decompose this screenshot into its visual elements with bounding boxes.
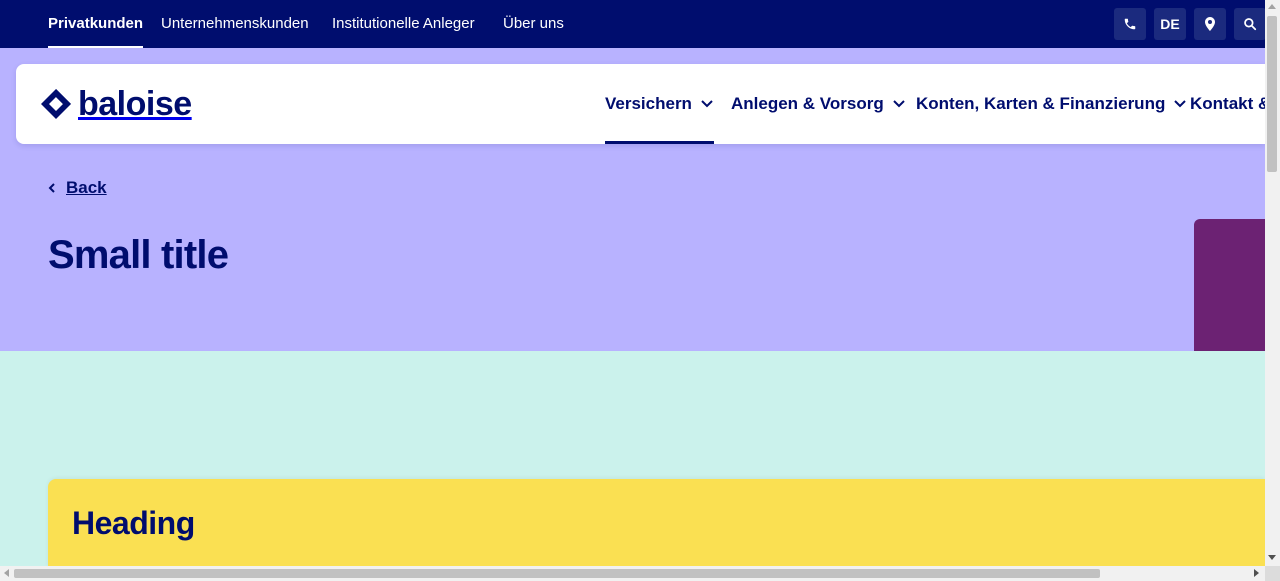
segment-unternehmenskunden[interactable]: Unternehmenskunden [161, 0, 309, 48]
menu-konten-karten-finanzierung[interactable]: Konten, Karten & Finanzierung [916, 64, 1187, 144]
segment-ueber-uns[interactable]: Über uns [503, 0, 564, 48]
main-header: baloise Versichern Anlegen & Vorsorg Kon… [16, 64, 1265, 144]
segment-institutionelle-anleger[interactable]: Institutionelle Anleger [332, 0, 475, 48]
horizontal-scrollbar[interactable] [0, 566, 1265, 581]
map-pin-icon [1205, 17, 1215, 31]
chevron-down-icon [701, 100, 713, 108]
baloise-diamond-logo-icon [41, 89, 71, 119]
menu-label: Anlegen & Vorsorg [731, 94, 884, 113]
menu-kontakt[interactable]: Kontakt & [1190, 64, 1265, 144]
menu-versichern[interactable]: Versichern [605, 64, 714, 144]
menu-anlegen-vorsorg[interactable]: Anlegen & Vorsorg [731, 64, 906, 144]
logo-link[interactable]: baloise [40, 86, 192, 122]
vertical-scroll-thumb[interactable] [1267, 16, 1277, 172]
content-card: Heading [48, 479, 1265, 569]
scroll-left-arrow-icon[interactable] [4, 569, 9, 577]
language-button[interactable]: DE [1154, 8, 1186, 40]
scrollbar-corner [1265, 566, 1280, 581]
vertical-scrollbar[interactable] [1265, 0, 1280, 566]
menu-label: Konten, Karten & Finanzierung [916, 94, 1166, 113]
chevron-down-icon [1174, 100, 1187, 108]
horizontal-scroll-thumb[interactable] [14, 569, 1100, 578]
scroll-right-arrow-icon[interactable] [1254, 569, 1259, 577]
menu-label: Versichern [605, 94, 692, 113]
search-icon [1244, 18, 1257, 31]
chevron-down-icon [892, 100, 905, 108]
scroll-up-arrow-icon[interactable] [1268, 4, 1276, 9]
phone-icon [1124, 18, 1136, 30]
back-link[interactable]: Back [48, 176, 107, 200]
back-label: Back [66, 178, 107, 197]
chevron-left-icon [48, 183, 55, 193]
segment-privatkunden[interactable]: Privatkunden [48, 0, 144, 48]
top-bar: Privatkunden Unternehmenskunden Institut… [0, 0, 1266, 48]
location-button[interactable] [1194, 8, 1226, 40]
search-button[interactable] [1234, 8, 1266, 40]
menu-label: Kontakt & [1190, 94, 1265, 113]
phone-button[interactable] [1114, 8, 1146, 40]
page-title: Small title [48, 233, 229, 277]
scroll-down-arrow-icon[interactable] [1268, 555, 1276, 560]
card-heading: Heading [72, 505, 195, 541]
hero-decorative-block [1194, 219, 1265, 351]
brand-name: baloise [78, 85, 192, 123]
